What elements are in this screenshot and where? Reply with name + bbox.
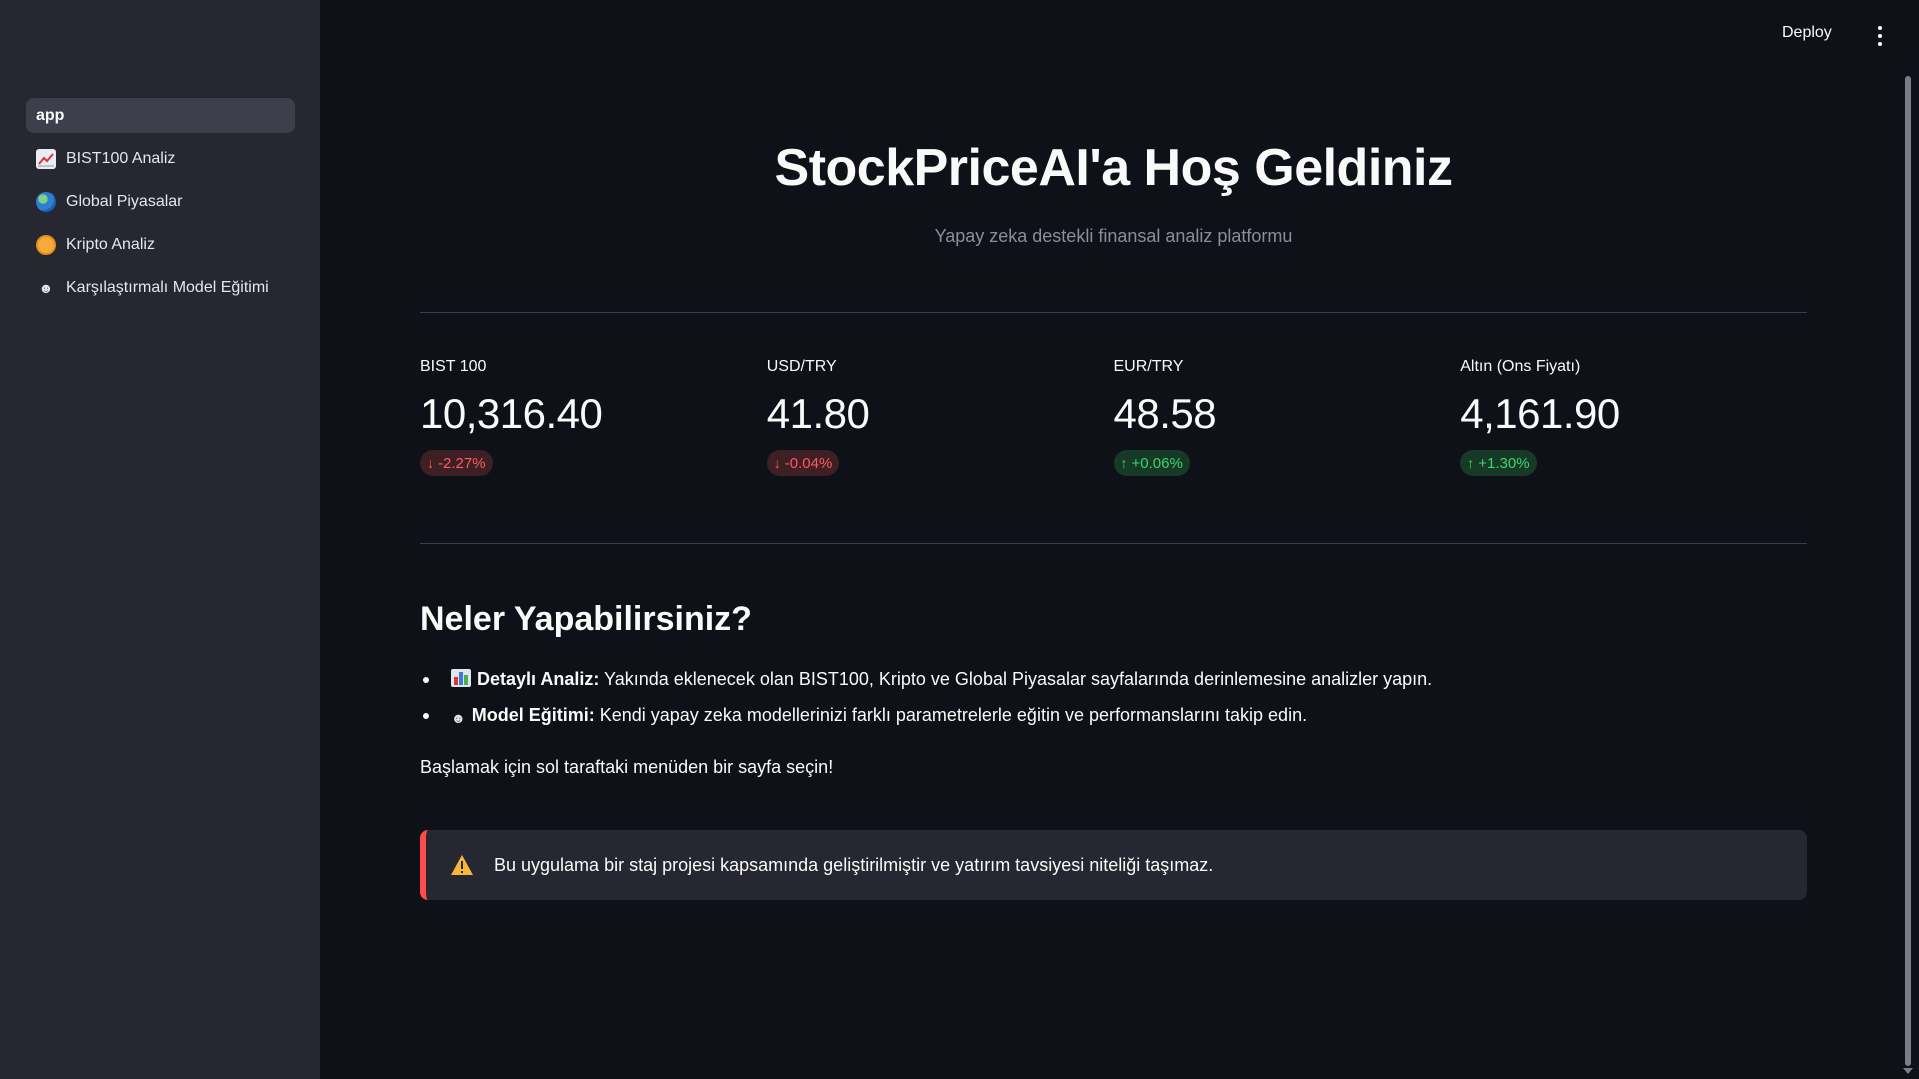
feature-text: Yakında eklenecek olan BIST100, Kripto v… — [599, 669, 1433, 689]
globe-icon — [36, 191, 56, 212]
metric-label: Altın (Ons Fiyatı) — [1460, 358, 1581, 375]
sidebar-nav: app BIST100 Analiz Global Piyasalar Krip… — [26, 98, 295, 313]
arrow-down-icon: ↓ — [427, 455, 434, 471]
warning-icon — [451, 855, 473, 875]
metric-value: 41.80 — [766, 390, 870, 437]
warning-text: Bu uygulama bir staj projesi kapsamında … — [494, 854, 1214, 875]
metric-bist100: BIST 100 10,316.40 ↓ -2.27% — [420, 358, 767, 476]
arrow-up-icon: ↑ — [1120, 455, 1128, 471]
metric-delta: -0.04% — [784, 454, 833, 472]
metric-delta: -2.27% — [438, 454, 486, 472]
feature-title: Detaylı Analiz: — [477, 669, 600, 689]
sidebar-item-model[interactable]: ☻ Karşılaştırmalı Model Eğitimi — [26, 270, 295, 305]
metric-eurtry: EUR/TRY 48.58 ↑ +0.06% — [1113, 358, 1461, 476]
coin-icon — [36, 234, 56, 255]
metric-delta-badge: ↓ -0.04% — [766, 450, 840, 476]
bar-chart-icon — [451, 669, 471, 687]
metric-label: USD/TRY — [766, 358, 837, 375]
metric-delta: +0.06% — [1131, 454, 1183, 472]
metric-label: EUR/TRY — [1113, 358, 1184, 375]
metric-value: 10,316.40 — [420, 390, 603, 437]
sidebar: app BIST100 Analiz Global Piyasalar Krip… — [0, 0, 320, 1079]
metric-delta-badge: ↑ +0.06% — [1113, 450, 1190, 476]
warning-alert: Bu uygulama bir staj projesi kapsamında … — [420, 830, 1807, 900]
app-window: app BIST100 Analiz Global Piyasalar Krip… — [0, 0, 1919, 1079]
feature-title: Model Eğitimi: — [471, 705, 595, 725]
start-instruction: Başlamak için sol taraftaki menüden bir … — [420, 757, 834, 777]
sidebar-item-kripto[interactable]: Kripto Analiz — [26, 227, 295, 262]
metric-value: 48.58 — [1113, 390, 1217, 437]
divider — [420, 543, 1807, 544]
metric-delta-badge: ↓ -2.27% — [420, 450, 493, 476]
feature-text: Kendi yapay zeka modellerinizi farklı pa… — [594, 705, 1308, 725]
list-item: ☻ Model Eğitimi: Kendi yapay zeka modelle… — [420, 703, 1807, 730]
divider — [420, 312, 1807, 313]
arrow-down-icon: ↓ — [773, 455, 781, 471]
metric-usdtry: USD/TRY 41.80 ↓ -0.04% — [766, 358, 1114, 476]
metric-delta: +1.30% — [1478, 454, 1530, 472]
metrics-row: BIST 100 10,316.40 ↓ -2.27% USD/TRY 41.8… — [420, 358, 1807, 476]
more-menu-icon[interactable] — [1876, 26, 1884, 46]
sidebar-item-label: Global Piyasalar — [66, 192, 183, 210]
chart-increasing-icon — [36, 148, 56, 169]
scrollbar[interactable] — [1905, 76, 1911, 1066]
brain-icon: ☻ — [451, 710, 466, 726]
deploy-button[interactable]: Deploy — [1782, 24, 1832, 42]
scroll-down-arrow[interactable] — [1903, 1068, 1913, 1074]
metric-gold: Altın (Ons Fiyatı) 4,161.90 ↑ +1.30% — [1460, 358, 1807, 476]
metric-label: BIST 100 — [420, 358, 487, 375]
list-item: Detaylı Analiz: Yakında eklenecek olan B… — [420, 667, 1807, 691]
section-title: Neler Yapabilirsiniz? — [420, 600, 752, 638]
sidebar-item-label: Karşılaştırmalı Model Eğitimi — [66, 278, 269, 296]
arrow-up-icon: ↑ — [1467, 455, 1475, 471]
page-title: StockPriceAI'a Hoş Geldiniz — [774, 139, 1453, 197]
brain-icon: ☻ — [38, 279, 54, 296]
sidebar-item-global[interactable]: Global Piyasalar — [26, 184, 295, 219]
sidebar-item-label: Kripto Analiz — [66, 235, 155, 253]
feature-list: Detaylı Analiz: Yakında eklenecek olan B… — [420, 667, 1807, 742]
sidebar-item-label: app — [36, 106, 65, 124]
sidebar-item-bist100[interactable]: BIST100 Analiz — [26, 141, 295, 176]
sidebar-item-label: BIST100 Analiz — [66, 149, 176, 167]
sidebar-item-app[interactable]: app — [26, 98, 295, 133]
metric-delta-badge: ↑ +1.30% — [1460, 450, 1537, 476]
metric-value: 4,161.90 — [1460, 390, 1620, 437]
page-subtitle: Yapay zeka destekli finansal analiz plat… — [934, 226, 1293, 246]
